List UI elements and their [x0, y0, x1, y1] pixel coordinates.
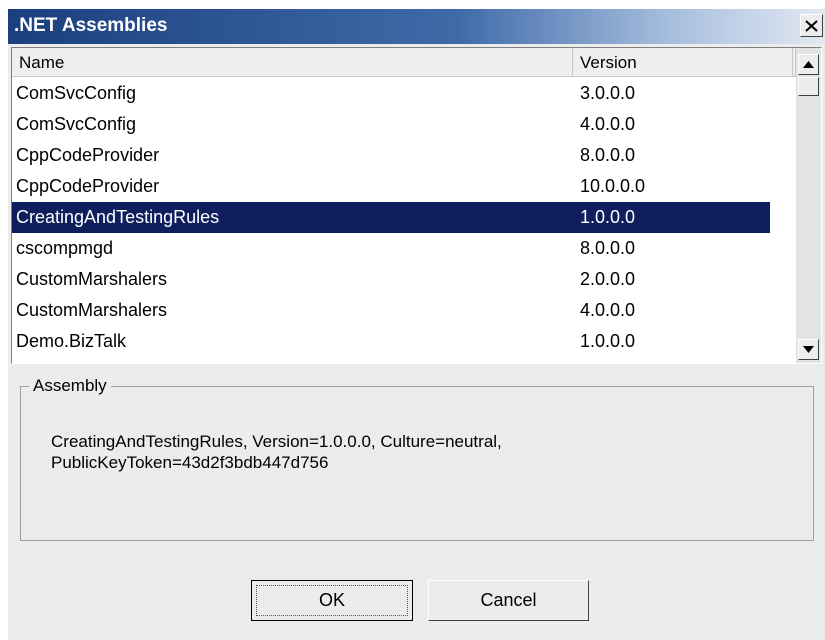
list-item-selected[interactable]: CreatingAndTestingRules 1.0.0.0 — [12, 202, 796, 233]
assembly-list[interactable]: Name Version ComSvcConfig 3.0.0.0 ComSvcCo… — [11, 47, 822, 364]
column-header-name[interactable]: Name — [12, 48, 573, 77]
assembly-version-cell: 4.0.0.0 — [580, 300, 636, 320]
assembly-name-cell: Demo.BizTalk — [16, 331, 127, 351]
assembly-version-cell: 2.0.0.0 — [580, 269, 636, 289]
scroll-up-arrow-icon — [803, 61, 814, 68]
assembly-name-cell: CustomMarshalers — [16, 300, 168, 320]
assembly-version-cell: 10.0.0.0 — [580, 176, 646, 196]
assembly-name-cell: CppCodeProvider — [16, 176, 160, 196]
title-bar: .NET Assemblies — [8, 9, 825, 44]
close-button[interactable] — [800, 14, 823, 37]
scroll-thumb[interactable] — [798, 77, 819, 96]
scroll-down-button[interactable] — [798, 339, 819, 360]
assembly-name-cell: ComSvcConfig — [16, 114, 137, 134]
list-item[interactable]: CppCodeProvider 8.0.0.0 — [12, 140, 796, 171]
list-header: Name Version — [12, 48, 796, 77]
assembly-version-cell: 8.0.0.0 — [580, 238, 636, 258]
vertical-scrollbar[interactable] — [796, 48, 821, 363]
assembly-version-cell: 1.0.0.0 — [580, 207, 636, 227]
assemblies-dialog: .NET Assemblies Name Version ComSvcConfi… — [8, 9, 825, 640]
column-header-version[interactable]: Version — [573, 48, 793, 77]
assembly-version-cell: 8.0.0.0 — [580, 145, 636, 165]
list-item[interactable]: CppCodeProvider 10.0.0.0 — [12, 171, 796, 202]
assembly-group-legend: Assembly — [29, 375, 111, 397]
assembly-name-cell: cscompmgd — [16, 238, 114, 258]
assembly-version-cell: 3.0.0.0 — [580, 83, 636, 103]
list-item[interactable]: Demo.BizTalk 1.0.0.0 — [12, 326, 796, 357]
assembly-details-line1: CreatingAndTestingRules, Version=1.0.0.0… — [51, 432, 502, 451]
close-icon — [805, 19, 818, 32]
assembly-name-cell: CppCodeProvider — [16, 145, 160, 165]
assembly-details-line2: PublicKeyToken=43d2f3bdb447d756 — [51, 453, 329, 472]
assembly-version-cell: 1.0.0.0 — [580, 331, 636, 351]
assembly-name-cell: ComSvcConfig — [16, 83, 137, 103]
list-item[interactable]: CustomMarshalers 4.0.0.0 — [12, 295, 796, 326]
cancel-button-label: Cancel — [480, 590, 537, 610]
list-rows: ComSvcConfig 3.0.0.0 ComSvcConfig 4.0.0.0 Cp… — [12, 78, 796, 357]
list-item[interactable]: CustomMarshalers 2.0.0.0 — [12, 264, 796, 295]
list-item[interactable]: cscompmgd 8.0.0.0 — [12, 233, 796, 264]
assembly-details: CreatingAndTestingRules, Version=1.0.0.0… — [51, 431, 791, 473]
assembly-groupbox: Assembly CreatingAndTestingRules, Versio… — [20, 375, 814, 541]
ok-button[interactable]: OK — [251, 580, 413, 621]
assembly-name-cell: CreatingAndTestingRules — [16, 207, 220, 227]
focus-rectangle — [256, 585, 408, 616]
scroll-up-button[interactable] — [798, 54, 819, 75]
cancel-button[interactable]: Cancel — [428, 580, 589, 621]
list-item[interactable]: ComSvcConfig 3.0.0.0 — [12, 78, 796, 109]
list-item[interactable]: ComSvcConfig 4.0.0.0 — [12, 109, 796, 140]
assembly-list-view: Name Version ComSvcConfig 3.0.0.0 ComSvcCo… — [12, 48, 796, 363]
scroll-down-arrow-icon — [803, 346, 814, 353]
window-title: .NET Assemblies — [14, 15, 168, 36]
assembly-name-cell: CustomMarshalers — [16, 269, 168, 289]
assembly-version-cell: 4.0.0.0 — [580, 114, 636, 134]
